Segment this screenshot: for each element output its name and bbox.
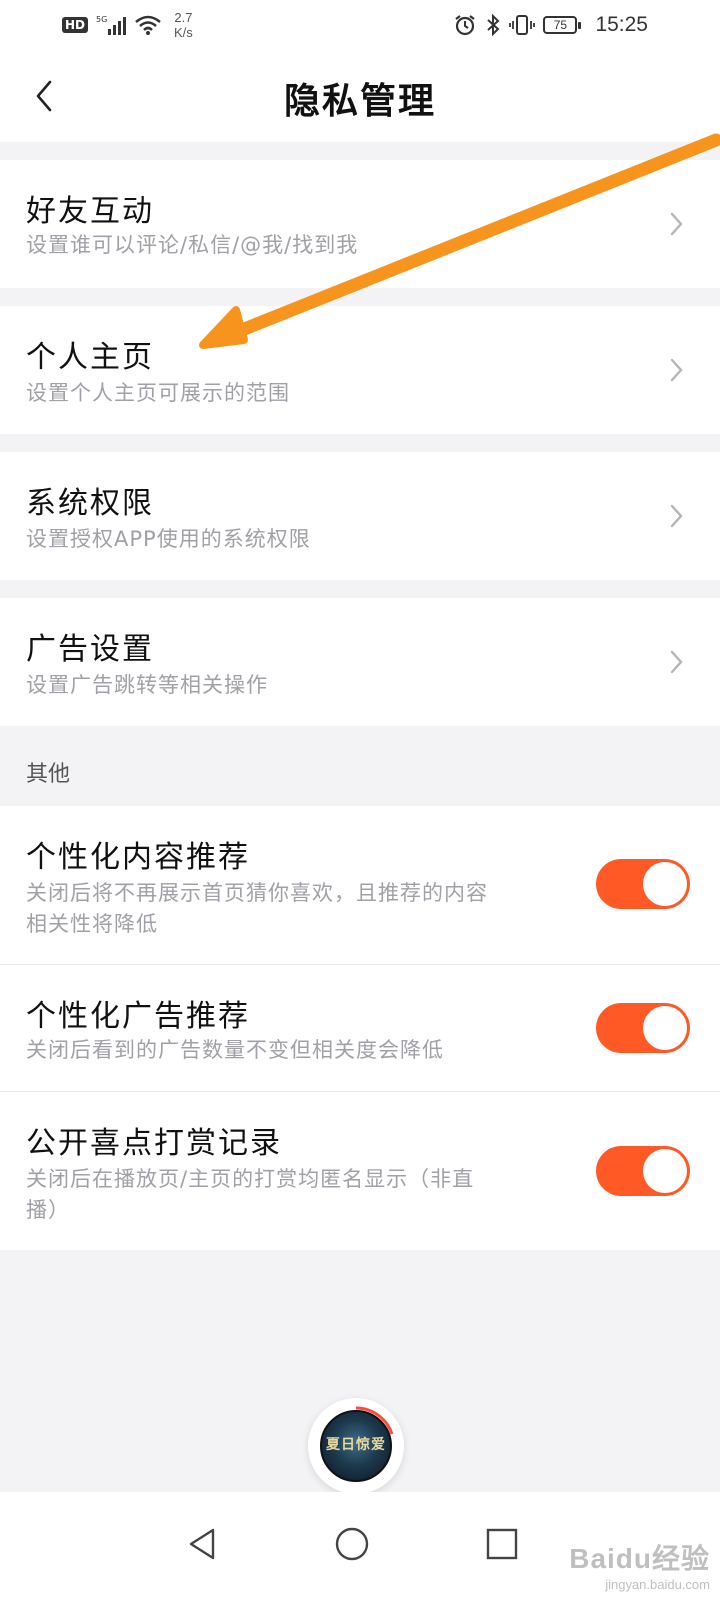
chevron-right-icon [670, 504, 683, 528]
personalized-ads-toggle[interactable] [596, 1003, 690, 1053]
status-left: HD 5G 2.7 K/s [62, 10, 193, 40]
network-speed: 2.7 K/s [174, 10, 193, 40]
battery-indicator: 75 [543, 16, 582, 34]
system-home-button[interactable] [330, 1522, 374, 1566]
setting-subtitle: 设置谁可以评论/私信/@我/找到我 [26, 233, 359, 257]
bluetooth-icon [487, 13, 500, 37]
status-time: 15:25 [595, 13, 648, 36]
toggle-description-line2: 相关性将降低 [26, 912, 158, 936]
section-header-other: 其他 [0, 728, 720, 804]
hd-badge: HD [62, 17, 89, 33]
setting-system-permissions[interactable]: 系统权限 设置授权APP使用的系统权限 [0, 452, 720, 580]
watermark-main: Baidu经验 [569, 1543, 710, 1574]
watermark: Baidu经验 jingyan.baidu.com [569, 1537, 710, 1592]
toggle-title: 公开喜点打赏记录 [26, 1126, 282, 1161]
toggle-title: 个性化内容推荐 [26, 840, 250, 875]
chevron-right-icon [670, 358, 683, 382]
speed-unit: K/s [174, 25, 193, 40]
toggle-description-line1: 关闭后将不再展示首页猜你喜欢，且推荐的内容 [26, 881, 488, 905]
setting-title: 广告设置 [26, 632, 154, 667]
speed-value: 2.7 [174, 10, 193, 25]
triangle-back-icon [189, 1528, 215, 1560]
circle-home-icon [335, 1527, 369, 1561]
navigation-bar: 隐私管理 [0, 52, 720, 142]
square-recents-icon [486, 1528, 518, 1560]
system-back-button[interactable] [180, 1522, 224, 1566]
system-navigation-bar: Baidu经验 jingyan.baidu.com [0, 1492, 720, 1600]
public-tips-toggle[interactable] [596, 1146, 690, 1196]
status-bar: HD 5G 2.7 K/s 75 15:25 [0, 0, 720, 52]
vibrate-icon [509, 15, 536, 35]
toggle-row-personalized-ads: 个性化广告推荐 关闭后看到的广告数量不变但相关度会降低 [0, 965, 720, 1091]
setting-title: 个人主页 [26, 340, 154, 375]
floating-audio-player[interactable]: 夏日惊爱 [308, 1398, 404, 1494]
toggle-row-personalized-content: 个性化内容推荐 关闭后将不再展示首页猜你喜欢，且推荐的内容 相关性将降低 [0, 806, 720, 964]
setting-ad-settings[interactable]: 广告设置 设置广告跳转等相关操作 [0, 598, 720, 726]
setting-friend-interaction[interactable]: 好友互动 设置谁可以评论/私信/@我/找到我 [0, 160, 720, 288]
toggle-row-public-tips: 公开喜点打赏记录 关闭后在播放页/主页的打赏均匿名显示（非直 播） [0, 1092, 720, 1250]
toggle-knob [643, 862, 687, 906]
toggle-knob [643, 1006, 687, 1050]
setting-personal-homepage[interactable]: 个人主页 设置个人主页可展示的范围 [0, 306, 720, 434]
cellular-signal-icon: 5G [96, 15, 127, 35]
toggle-description-line2: 播） [26, 1198, 70, 1222]
setting-subtitle: 设置授权APP使用的系统权限 [26, 527, 311, 551]
status-right: 75 15:25 [453, 10, 648, 40]
system-recents-button[interactable] [480, 1522, 524, 1566]
wifi-icon [135, 15, 161, 35]
toggle-knob [643, 1149, 687, 1193]
album-cover-title: 夏日惊爱 [326, 1437, 386, 1453]
toggle-description-line1: 关闭后看到的广告数量不变但相关度会降低 [26, 1038, 444, 1062]
toggle-title: 个性化广告推荐 [26, 999, 250, 1034]
setting-title: 系统权限 [26, 486, 154, 521]
watermark-sub: jingyan.baidu.com [605, 1577, 710, 1592]
section-label: 其他 [26, 762, 71, 787]
alarm-icon [455, 15, 476, 36]
toggle-description-line1: 关闭后在播放页/主页的打赏均匿名显示（非直 [26, 1167, 475, 1191]
personalized-content-toggle[interactable] [596, 859, 690, 909]
network-type: 5G [96, 15, 107, 24]
setting-title: 好友互动 [26, 194, 154, 229]
album-cover: 夏日惊爱 [320, 1410, 392, 1482]
setting-subtitle: 设置个人主页可展示的范围 [26, 381, 290, 405]
chevron-right-icon [670, 650, 683, 674]
setting-subtitle: 设置广告跳转等相关操作 [26, 673, 268, 697]
chevron-right-icon [670, 212, 683, 236]
page-title: 隐私管理 [283, 81, 436, 122]
